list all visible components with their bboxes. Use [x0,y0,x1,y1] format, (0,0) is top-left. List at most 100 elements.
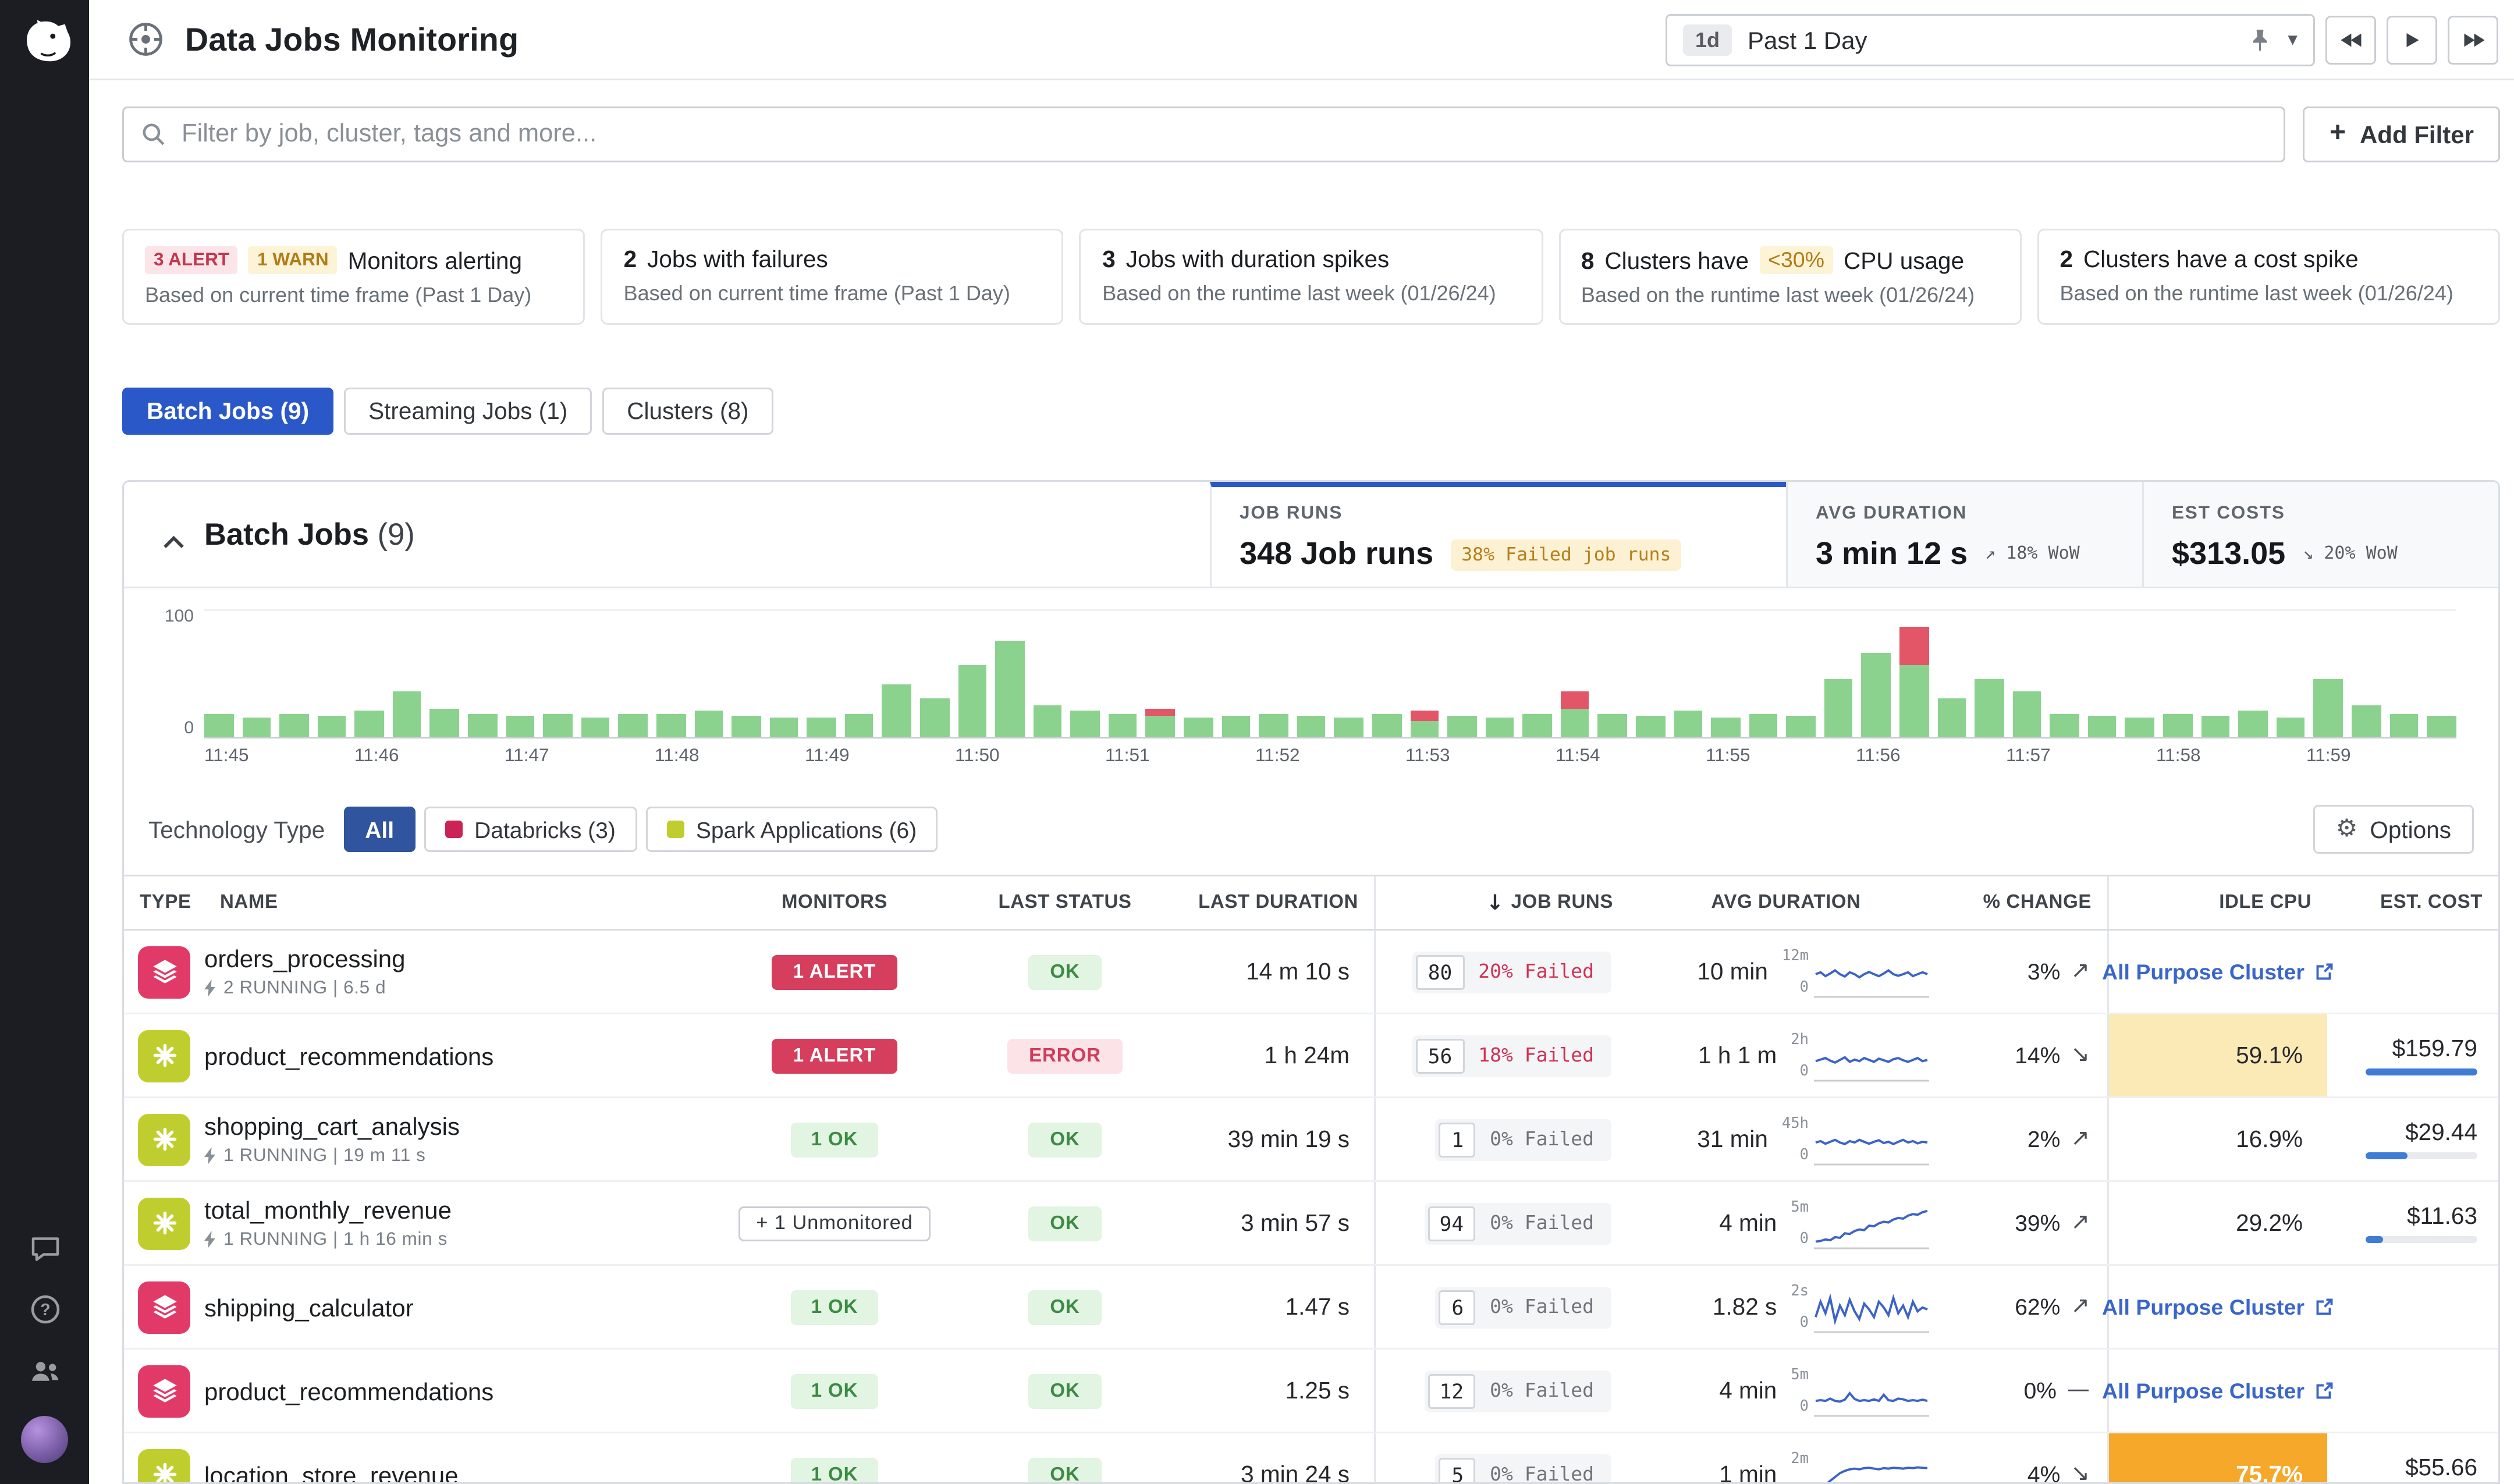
job-name[interactable]: shopping_cart_analysis [204,1112,460,1140]
chart-bar[interactable] [2201,716,2230,737]
chart-bar[interactable] [1297,716,1326,737]
stat-job-runs[interactable]: JOB RUNS 348 Job runs 38% Failed job run… [1210,482,1786,587]
stat-est-costs[interactable]: EST COSTS $313.05 ↘ 20% WoW [2142,482,2498,587]
search-box[interactable] [122,106,2286,162]
chart-bar[interactable] [468,713,497,737]
col-est-cost[interactable]: EST. COST [2327,876,2498,929]
chart-bar[interactable] [1184,718,1213,737]
datadog-logo[interactable] [15,14,74,73]
chart-bar[interactable] [1222,716,1251,737]
chart-bar[interactable] [544,713,573,737]
skip-back-button[interactable] [2325,15,2376,64]
chat-icon[interactable] [29,1233,61,1264]
cluster-link[interactable]: All Purpose Cluster [2102,960,2334,984]
tech-filter-spark[interactable]: Spark Applications (6) [645,807,938,852]
help-icon[interactable]: ? [29,1294,61,1325]
chart-bar[interactable] [1975,679,2004,737]
chart-bar[interactable] [506,716,535,737]
chart-bar[interactable] [1033,705,1062,737]
tab-batch-jobs[interactable]: Batch Jobs (9) [122,388,333,435]
chart-bar[interactable] [279,713,308,737]
tech-filter-all[interactable]: All [344,807,415,852]
cluster-link[interactable]: All Purpose Cluster [2102,1379,2334,1403]
col-type[interactable]: TYPE [124,876,204,929]
chart-bar[interactable] [1372,713,1401,737]
chart-bar[interactable] [995,640,1024,737]
col-avg-duration[interactable]: AVG DURATION [1629,876,1943,929]
job-runs-badge[interactable]: 56 18% Failed [1412,1035,1611,1077]
monitor-badge[interactable]: 1 OK [790,1373,879,1408]
card-low-cpu-clusters[interactable]: 8 Clusters have <30% CPU usage Based on … [1558,229,2022,325]
chart-bar[interactable] [2163,713,2192,737]
col-percent-change[interactable]: % CHANGE [1943,876,2107,929]
job-name[interactable]: orders_processing [204,945,406,972]
col-name[interactable]: NAME [204,876,711,929]
job-name[interactable]: total_monthly_revenue [204,1196,452,1224]
card-jobs-with-failures[interactable]: 2Jobs with failures Based on current tim… [601,229,1064,325]
chart-bar[interactable] [844,713,873,737]
table-row[interactable]: location_store_revenue 1 OK OK 3 min 24 … [124,1433,2498,1482]
chart-bar[interactable] [958,666,987,737]
tech-filter-databricks[interactable]: Databricks (3) [424,807,637,852]
chart-bar[interactable] [1636,716,1665,737]
time-range-selector[interactable]: 1d Past 1 Day ▾ [1666,13,2315,66]
play-button[interactable] [2387,15,2437,64]
job-name[interactable]: product_recommendations [204,1042,493,1070]
bar-chart-area[interactable] [204,609,2456,739]
card-monitors-alerting[interactable]: 3 ALERT 1 WARN Monitors alerting Based o… [122,229,585,325]
chart-bar[interactable] [393,691,422,737]
tab-clusters[interactable]: Clusters (8) [602,388,773,435]
monitor-badge[interactable]: 1 OK [790,1457,879,1483]
chart-bar[interactable] [1598,713,1627,737]
chart-bar[interactable] [1109,713,1138,737]
user-avatar[interactable] [21,1416,68,1463]
chart-bar[interactable] [204,713,233,737]
chart-bar[interactable] [1259,713,1288,737]
chart-bar[interactable] [1711,718,1740,737]
col-last-status[interactable]: LAST STATUS [958,876,1171,929]
job-runs-badge[interactable]: 80 20% Failed [1412,951,1611,993]
job-name[interactable]: shipping_calculator [204,1293,414,1321]
chart-bar[interactable] [1824,679,1853,737]
chart-bar[interactable] [430,708,459,737]
chart-bar[interactable] [656,713,686,737]
col-monitors[interactable]: MONITORS [711,876,958,929]
chart-bar[interactable] [2012,691,2041,737]
chart-bar[interactable] [882,685,911,737]
stat-avg-duration[interactable]: AVG DURATION 3 min 12 s ↗ 18% WoW [1786,482,2142,587]
chart-bar[interactable] [2239,711,2268,737]
job-runs-badge[interactable]: 12 0% Failed [1424,1370,1611,1412]
chart-bar[interactable] [2352,705,2381,737]
chart-bar[interactable] [2427,716,2456,737]
chart-bar[interactable] [2088,716,2117,737]
chart-bar[interactable] [1787,716,1816,737]
chart-bar[interactable] [1071,711,1100,737]
col-idle-cpu[interactable]: IDLE CPU [2107,876,2327,929]
job-runs-badge[interactable]: 5 0% Failed [1436,1454,1611,1483]
filter-search-input[interactable] [182,120,2267,148]
tab-streaming-jobs[interactable]: Streaming Jobs (1) [344,388,592,435]
job-name[interactable]: product_recommendations [204,1377,493,1405]
chart-bar[interactable] [1334,718,1363,737]
chart-bar[interactable] [1447,716,1476,737]
monitor-badge[interactable]: + 1 Unmonitored [738,1206,931,1241]
chart-bar[interactable] [317,716,346,737]
table-row[interactable]: orders_processing 2 RUNNING | 6.5 d 1 AL… [124,931,2498,1014]
skip-forward-button[interactable] [2448,15,2498,64]
col-job-runs[interactable]: ↓ JOB RUNS [1374,876,1629,929]
card-cost-spike[interactable]: 2Clusters have a cost spike Based on the… [2037,229,2500,325]
chart-bar[interactable] [1899,627,1929,737]
chart-bar[interactable] [1862,653,1891,737]
org-users-icon[interactable] [29,1355,61,1386]
monitor-badge[interactable]: 1 OK [790,1290,879,1325]
chart-bar[interactable] [2314,679,2343,737]
job-name[interactable]: location_store_revenue [204,1461,459,1483]
options-button[interactable]: ⚙ Options [2313,805,2474,854]
chart-bar[interactable] [581,718,610,737]
chart-bar[interactable] [694,711,723,737]
chart-bar[interactable] [619,715,648,737]
chart-bar[interactable] [1146,708,1175,737]
job-runs-badge[interactable]: 94 0% Failed [1424,1202,1611,1244]
caret-down-icon[interactable]: ▾ [2288,28,2298,51]
table-row[interactable]: shopping_cart_analysis 1 RUNNING | 19 m … [124,1098,2498,1182]
